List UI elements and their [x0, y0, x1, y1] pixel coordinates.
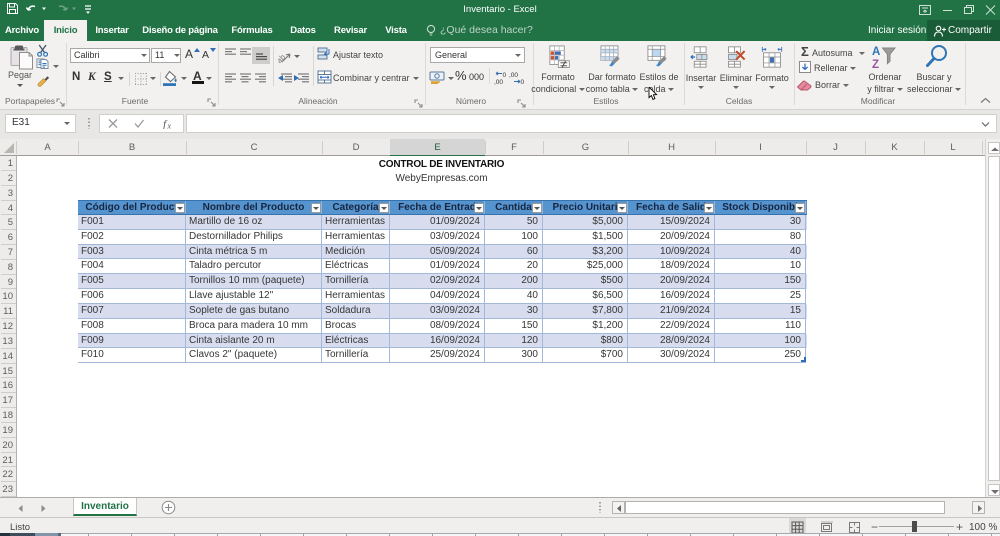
svg-text:x: x — [167, 122, 172, 130]
svg-text:,00: ,00 — [494, 79, 503, 85]
svg-text:A: A — [872, 46, 880, 58]
svg-text:Z: Z — [872, 59, 879, 69]
svg-text:,00: ,00 — [509, 72, 518, 79]
svg-text:0: 0 — [503, 72, 507, 79]
